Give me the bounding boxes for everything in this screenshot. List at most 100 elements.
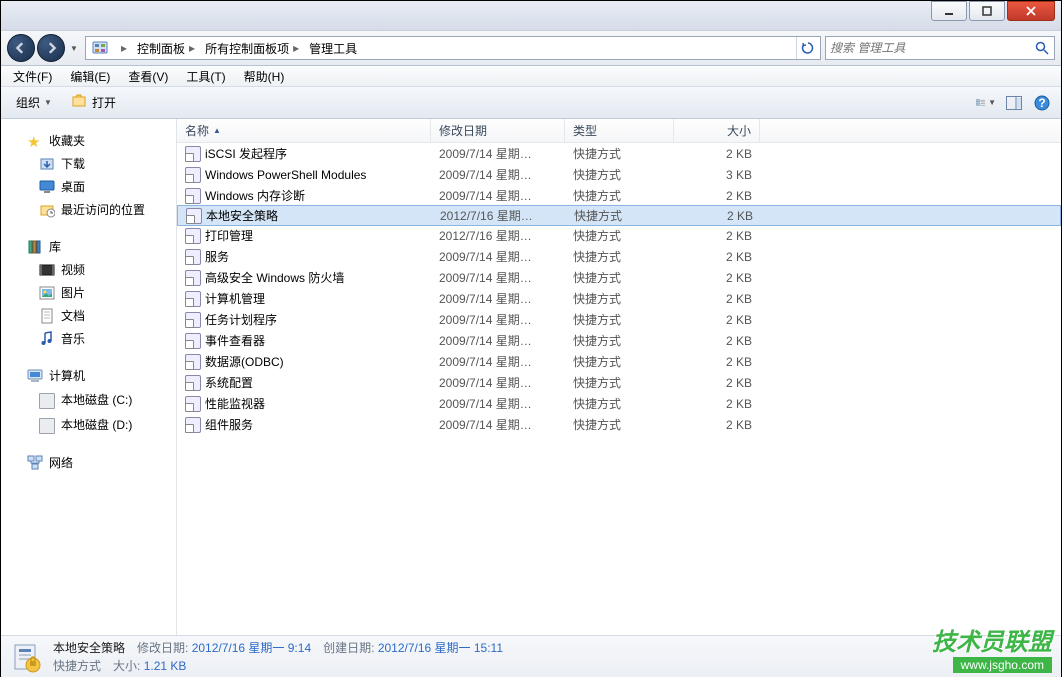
table-row[interactable]: 事件查看器 2009/7/14 星期… 快捷方式 2 KB xyxy=(177,330,1061,351)
table-row[interactable]: 打印管理 2012/7/16 星期… 快捷方式 2 KB xyxy=(177,225,1061,246)
file-size: 2 KB xyxy=(674,313,760,327)
videos-icon xyxy=(39,262,55,278)
search-icon[interactable] xyxy=(1034,40,1050,56)
table-row[interactable]: iSCSI 发起程序 2009/7/14 星期… 快捷方式 2 KB xyxy=(177,143,1061,164)
sidebar-group-favorites: 收藏夹 下载 桌面 最近访问的位置 xyxy=(1,129,176,221)
minimize-button[interactable] xyxy=(931,1,967,21)
file-size: 2 KB xyxy=(674,189,760,203)
file-date: 2009/7/14 星期… xyxy=(431,166,565,183)
column-label: 类型 xyxy=(573,122,597,139)
sidebar-label: 网络 xyxy=(49,454,73,471)
sidebar-computer[interactable]: 计算机 xyxy=(1,364,176,387)
file-date: 2009/7/14 星期… xyxy=(431,248,565,265)
refresh-button[interactable] xyxy=(796,37,818,59)
sidebar-network[interactable]: 网络 xyxy=(1,451,176,474)
file-type: 快捷方式 xyxy=(565,269,674,286)
sidebar-item-label: 文档 xyxy=(61,307,85,324)
table-row[interactable]: 高级安全 Windows 防火墙 2009/7/14 星期… 快捷方式 2 KB xyxy=(177,267,1061,288)
view-options-button[interactable]: ▼ xyxy=(975,92,997,114)
toolbar: 组织 ▼ 打开 ▼ ? xyxy=(1,87,1061,119)
menu-tools[interactable]: 工具(T) xyxy=(178,66,233,87)
file-name: iSCSI 发起程序 xyxy=(205,145,287,162)
sidebar-item-drive-d[interactable]: 本地磁盘 (D:) xyxy=(1,412,176,437)
preview-pane-button[interactable] xyxy=(1003,92,1025,114)
menu-help[interactable]: 帮助(H) xyxy=(236,66,293,87)
sidebar-item-label: 图片 xyxy=(61,284,85,301)
maximize-button[interactable] xyxy=(969,1,1005,21)
table-row[interactable]: 组件服务 2009/7/14 星期… 快捷方式 2 KB xyxy=(177,414,1061,435)
watermark-url: www.jsgho.com xyxy=(953,657,1052,673)
file-date: 2009/7/14 星期… xyxy=(431,395,565,412)
file-name: 事件查看器 xyxy=(205,332,265,349)
sidebar-item-videos[interactable]: 视频 xyxy=(1,258,176,281)
table-row[interactable]: Windows PowerShell Modules 2009/7/14 星期…… xyxy=(177,164,1061,185)
sidebar-item-downloads[interactable]: 下载 xyxy=(1,152,176,175)
shortcut-icon xyxy=(185,333,201,349)
file-name: 本地安全策略 xyxy=(206,207,278,224)
sidebar-item-documents[interactable]: 文档 xyxy=(1,304,176,327)
breadcrumb-item[interactable]: 所有控制面板项▸ xyxy=(200,37,304,59)
table-row[interactable]: 本地安全策略 2012/7/16 星期… 快捷方式 2 KB xyxy=(177,205,1061,226)
sidebar-group-network: 网络 xyxy=(1,451,176,474)
shortcut-icon xyxy=(185,354,201,370)
organize-button[interactable]: 组织 ▼ xyxy=(9,90,59,115)
table-row[interactable]: 性能监视器 2009/7/14 星期… 快捷方式 2 KB xyxy=(177,393,1061,414)
sidebar-item-desktop[interactable]: 桌面 xyxy=(1,175,176,198)
forward-button[interactable] xyxy=(37,34,65,62)
sidebar-item-label: 下载 xyxy=(61,155,85,172)
close-button[interactable] xyxy=(1007,1,1055,21)
table-row[interactable]: 任务计划程序 2009/7/14 星期… 快捷方式 2 KB xyxy=(177,309,1061,330)
shortcut-icon xyxy=(185,417,201,433)
breadcrumb-root-dropdown[interactable]: ▸ xyxy=(112,37,132,59)
column-size[interactable]: 大小 xyxy=(674,119,760,142)
table-row[interactable]: 数据源(ODBC) 2009/7/14 星期… 快捷方式 2 KB xyxy=(177,351,1061,372)
sidebar-label: 库 xyxy=(49,238,61,255)
sidebar-item-label: 音乐 xyxy=(61,330,85,347)
details-icon xyxy=(11,641,43,673)
shortcut-icon xyxy=(185,270,201,286)
file-size: 2 KB xyxy=(674,334,760,348)
file-name: 计算机管理 xyxy=(205,290,265,307)
menu-file[interactable]: 文件(F) xyxy=(5,66,60,87)
organize-label: 组织 xyxy=(16,94,40,111)
sidebar[interactable]: 收藏夹 下载 桌面 最近访问的位置 库 视频 图片 文档 音乐 计算机 本地磁盘… xyxy=(1,119,177,635)
details-name: 本地安全策略 xyxy=(53,639,125,656)
open-button[interactable]: 打开 xyxy=(65,89,123,116)
column-date[interactable]: 修改日期 xyxy=(431,119,565,142)
table-row[interactable]: Windows 内存诊断 2009/7/14 星期… 快捷方式 2 KB xyxy=(177,185,1061,206)
file-type: 快捷方式 xyxy=(565,145,674,162)
breadcrumb-item[interactable]: 控制面板▸ xyxy=(132,37,200,59)
search-input[interactable] xyxy=(830,41,1034,55)
column-name[interactable]: 名称▲ xyxy=(177,119,431,142)
table-row[interactable]: 系统配置 2009/7/14 星期… 快捷方式 2 KB xyxy=(177,372,1061,393)
help-button[interactable]: ? xyxy=(1031,92,1053,114)
address-bar: ▼ ▸ 控制面板▸ 所有控制面板项▸ 管理工具 xyxy=(1,31,1061,66)
sidebar-item-recent[interactable]: 最近访问的位置 xyxy=(1,198,176,221)
sidebar-favorites[interactable]: 收藏夹 xyxy=(1,129,176,152)
nav-history-dropdown[interactable]: ▼ xyxy=(67,38,81,58)
back-button[interactable] xyxy=(7,34,35,62)
column-type[interactable]: 类型 xyxy=(565,119,674,142)
breadcrumb-label: 管理工具 xyxy=(309,40,357,57)
file-date: 2012/7/16 星期… xyxy=(432,207,566,224)
file-name: 高级安全 Windows 防火墙 xyxy=(205,269,344,286)
menu-edit[interactable]: 编辑(E) xyxy=(62,66,118,87)
file-date: 2012/7/16 星期… xyxy=(431,227,565,244)
file-type: 快捷方式 xyxy=(566,207,675,224)
sidebar-libraries[interactable]: 库 xyxy=(1,235,176,258)
breadcrumb-bar[interactable]: ▸ 控制面板▸ 所有控制面板项▸ 管理工具 xyxy=(85,36,821,60)
breadcrumb-label: 控制面板 xyxy=(137,40,185,57)
sidebar-item-drive-c[interactable]: 本地磁盘 (C:) xyxy=(1,387,176,412)
file-date: 2009/7/14 星期… xyxy=(431,353,565,370)
sidebar-item-pictures[interactable]: 图片 xyxy=(1,281,176,304)
table-row[interactable]: 服务 2009/7/14 星期… 快捷方式 2 KB xyxy=(177,246,1061,267)
menu-view[interactable]: 查看(V) xyxy=(120,66,176,87)
file-list[interactable]: 名称▲ 修改日期 类型 大小 iSCSI 发起程序 2009/7/14 星期… … xyxy=(177,119,1061,635)
table-row[interactable]: 计算机管理 2009/7/14 星期… 快捷方式 2 KB xyxy=(177,288,1061,309)
breadcrumb-item[interactable]: 管理工具 xyxy=(304,37,362,59)
search-box[interactable] xyxy=(825,36,1055,60)
file-date: 2009/7/14 星期… xyxy=(431,187,565,204)
file-type: 快捷方式 xyxy=(565,332,674,349)
sidebar-item-label: 最近访问的位置 xyxy=(61,201,145,218)
sidebar-item-music[interactable]: 音乐 xyxy=(1,327,176,350)
